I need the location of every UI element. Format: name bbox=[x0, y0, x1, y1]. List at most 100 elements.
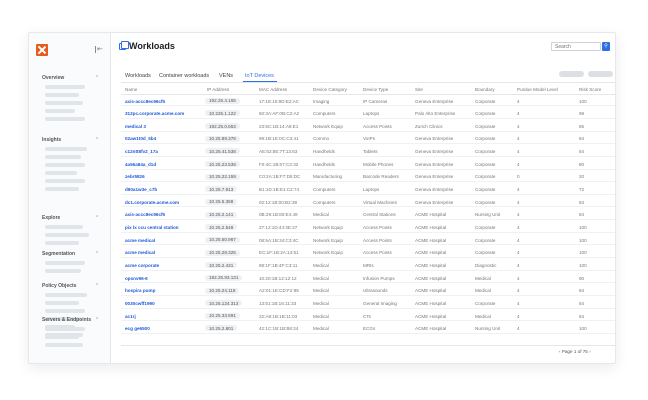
chevron-up-icon[interactable]: ⌃ bbox=[95, 251, 99, 257]
sidebar-item-placeholder[interactable] bbox=[45, 343, 83, 347]
chevron-up-icon[interactable]: ⌃ bbox=[95, 283, 99, 289]
toolbar-action-placeholder[interactable] bbox=[588, 71, 613, 77]
page-title: Workloads bbox=[129, 41, 175, 51]
table-row[interactable]: medical 3 192.25.0.653 23:5C:1B:14:A9:E1 Ne… bbox=[121, 121, 615, 132]
table-row[interactable]: acme corporate 10.25.2.431 88:1F:1B:4F:C3:… bbox=[121, 260, 615, 271]
tab-vens[interactable]: VENs bbox=[219, 73, 233, 79]
column-header-device-type[interactable]: Device Type bbox=[363, 87, 388, 92]
logo-icon[interactable] bbox=[36, 44, 48, 56]
search-input[interactable] bbox=[551, 42, 601, 51]
table-row[interactable]: ac1rj 10.25.33.691 22:A8:1B:1B:11:03 Medica… bbox=[121, 311, 615, 322]
chevron-up-icon[interactable]: ⌃ bbox=[95, 75, 99, 81]
sidebar-item-placeholder[interactable] bbox=[45, 335, 79, 339]
cell-name[interactable]: acme medical bbox=[125, 250, 155, 255]
sidebar-item-placeholder[interactable] bbox=[45, 147, 87, 151]
pagination: ‹ Page 1 of 75 › bbox=[559, 349, 591, 354]
sidebar-item-placeholder[interactable] bbox=[45, 187, 79, 191]
tab-container-workloads[interactable]: Container workloads bbox=[159, 73, 209, 79]
sidebar-item-placeholder[interactable] bbox=[45, 163, 85, 167]
table-row[interactable]: hospira pump 10.25.24.119 A2:01:1E:CD:F2:9… bbox=[121, 286, 615, 297]
cell-name[interactable]: acme corporate bbox=[125, 263, 159, 268]
table-row[interactable]: 0030cwff1990 10.25.124.313 13:51:1B:16:11:… bbox=[121, 298, 615, 309]
tab-iot-devices[interactable]: IoT Devices bbox=[245, 73, 274, 79]
column-header-device-category[interactable]: Device Category bbox=[313, 87, 347, 92]
table-row[interactable]: 312pc.corporate.acme.com 10.225.1.122 50:3… bbox=[121, 109, 615, 119]
sidebar-item-placeholder[interactable] bbox=[45, 241, 79, 245]
chevron-up-icon[interactable]: ⌃ bbox=[95, 215, 99, 221]
sidebar-item-placeholder[interactable] bbox=[45, 233, 89, 237]
sidebar-item-placeholder[interactable] bbox=[45, 93, 79, 97]
cell-device-category: Computers bbox=[313, 111, 336, 117]
cell-name[interactable]: acme medical bbox=[125, 238, 155, 243]
cell-risk-score: 84 bbox=[579, 199, 585, 205]
chevron-left-icon[interactable]: ‹ bbox=[559, 349, 561, 354]
cell-name[interactable]: pix lx ccu central station bbox=[125, 225, 179, 230]
cell-name[interactable]: medical 3 bbox=[125, 124, 146, 129]
sidebar-item-placeholder[interactable] bbox=[45, 171, 77, 175]
sidebar-item-placeholder[interactable] bbox=[45, 301, 79, 305]
sidebar-item-placeholder[interactable] bbox=[45, 109, 75, 113]
cell-name[interactable]: axis-accc8ec96cf5 bbox=[125, 99, 165, 104]
cell-site: ACME Hospital bbox=[415, 300, 447, 306]
cell-name[interactable]: ac1rj bbox=[125, 314, 136, 319]
sidebar-item-placeholder[interactable] bbox=[45, 155, 81, 159]
table-row[interactable]: d90a1w3e_c7b 10.25.7.913 B1:1D:1B:E1:C2:74… bbox=[121, 185, 615, 195]
cell-name[interactable]: 4a56a84a_d1d bbox=[125, 162, 156, 167]
column-header-mac-address[interactable]: MAC Address bbox=[259, 87, 287, 92]
sidebar-item-placeholder[interactable] bbox=[45, 327, 85, 331]
sidebar-item-placeholder[interactable] bbox=[45, 261, 85, 265]
cell-name[interactable]: opsnv96-6 bbox=[125, 276, 148, 281]
column-header-name[interactable]: Name bbox=[125, 87, 137, 92]
table-row[interactable]: 02aw1t0d_5b4 10.25.89.378 99:1B:1E:0C:C3:4… bbox=[121, 134, 615, 145]
cell-name[interactable]: d90a1w3e_c7b bbox=[125, 187, 157, 192]
sidebar-item-placeholder[interactable] bbox=[45, 225, 83, 229]
column-header-purdue-model-level[interactable]: Purdue Model Level bbox=[517, 87, 558, 92]
cell-name[interactable]: zebr5826 bbox=[125, 174, 145, 179]
toolbar-action-placeholder[interactable] bbox=[559, 71, 584, 77]
cell-risk-score: 72 bbox=[579, 187, 585, 193]
cell-name[interactable]: hospira pump bbox=[125, 288, 155, 293]
cell-name[interactable]: axis-accc8ec96cf5 bbox=[125, 212, 165, 217]
cell-boundary: Corporate bbox=[475, 123, 496, 129]
cell-device-type: CTs bbox=[363, 313, 371, 319]
column-header-site[interactable]: Site bbox=[415, 87, 423, 92]
cell-device-category: Manufacturing bbox=[313, 174, 343, 180]
cell-name[interactable]: ecg ge6500 bbox=[125, 326, 150, 331]
cell-name[interactable]: 02aw1t0d_5b4 bbox=[125, 136, 156, 141]
cell-device-category: Commo bbox=[313, 136, 330, 142]
search-button[interactable]: ⚲ bbox=[602, 42, 610, 51]
cell-name[interactable]: c12ntt8fv2_17a bbox=[125, 149, 158, 154]
table-row[interactable]: axis-accc8ec96cf5 10.25.2.141 0B:29:1B:80:… bbox=[121, 210, 615, 221]
table-footer-divider bbox=[121, 345, 615, 346]
sidebar-item-placeholder[interactable] bbox=[45, 269, 81, 273]
cell-name[interactable]: 312pc.corporate.acme.com bbox=[125, 111, 184, 116]
table-row[interactable]: pix lx ccu central station 10.25.2.549 27:… bbox=[121, 223, 615, 233]
sidebar-item-placeholder[interactable] bbox=[45, 85, 85, 89]
table-row[interactable]: axis-accc8ec96cf5 192.25.4.165 17:1E:15:9D… bbox=[121, 96, 615, 107]
table-row[interactable]: c12ntt8fv2_17a 10.25.41.538 AE:52:8E:7T:13… bbox=[121, 147, 615, 157]
column-header-ip-address[interactable]: IP Address bbox=[207, 87, 229, 92]
table-row[interactable]: zebr5826 10.25.22.159 C0:2A:1B:F7:D5:DC Man… bbox=[121, 172, 615, 183]
chevron-right-icon[interactable]: › bbox=[589, 349, 591, 354]
column-header-boundary[interactable]: Boundary bbox=[475, 87, 495, 92]
column-header-risk-score[interactable]: Risk Score bbox=[579, 87, 601, 92]
sidebar-item-placeholder[interactable] bbox=[45, 293, 87, 297]
cell-name[interactable]: 0030cwff1990 bbox=[125, 301, 155, 306]
sidebar-item-placeholder[interactable] bbox=[45, 179, 85, 183]
table-row[interactable]: opsnv96-6 192.25.93.131 10:20:1B:12:12:12 M… bbox=[121, 273, 615, 284]
collapse-sidebar-icon[interactable]: ⇤ bbox=[95, 46, 103, 53]
table-row[interactable]: 4a56a84a_d1d 10.25.23.539 F0:4C:1B:07:C2:3… bbox=[121, 159, 615, 170]
chevron-up-icon[interactable]: ⌃ bbox=[95, 317, 99, 323]
sidebar-item-placeholder[interactable] bbox=[45, 117, 85, 121]
sidebar-item-placeholder[interactable] bbox=[45, 309, 85, 313]
cell-name[interactable]: dc1.corporate.acme.com bbox=[125, 200, 179, 205]
table-row[interactable]: acme medical 10.25.28.325 EC:1F:1B:2A:13:6… bbox=[121, 248, 615, 259]
table-row[interactable]: ecg ge6500 10.25.2.801 42:1C:1B:1B:B8:24 Me… bbox=[121, 324, 615, 334]
chevron-up-icon[interactable]: ⌃ bbox=[95, 137, 99, 143]
sidebar-item-placeholder[interactable] bbox=[45, 101, 83, 105]
tab-workloads[interactable]: Workloads bbox=[125, 73, 151, 79]
table-row[interactable]: dc1.corporate.acme.com 10.25.5.368 02:12:1… bbox=[121, 197, 615, 208]
cell-purdue-model-level: 4 bbox=[517, 111, 520, 117]
table-row[interactable]: acme medical 10.25.50.967 08:5A:1B:34:C3:4… bbox=[121, 235, 615, 246]
cell-device-category: Imaging bbox=[313, 98, 330, 104]
